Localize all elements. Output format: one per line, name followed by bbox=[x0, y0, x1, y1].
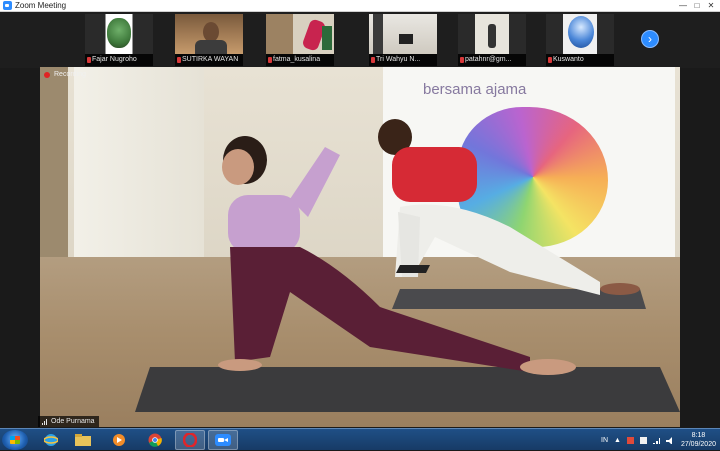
recording-indicator: Recording bbox=[44, 71, 86, 78]
mic-muted-icon bbox=[548, 57, 552, 63]
participant-tile[interactable]: Tri Wahyu N... bbox=[369, 14, 437, 66]
window-title: Zoom Meeting bbox=[15, 1, 67, 10]
speaker-name: Ode Purnama bbox=[51, 418, 95, 425]
windows-taskbar: IN ▲ 8:18 27/09/2020 bbox=[0, 428, 720, 450]
action-center-icon[interactable] bbox=[639, 436, 647, 444]
close-button[interactable]: ✕ bbox=[704, 0, 718, 12]
system-tray: IN ▲ 8:18 27/09/2020 bbox=[601, 429, 716, 451]
system-clock[interactable]: 8:18 27/09/2020 bbox=[681, 431, 716, 449]
show-hidden-icons-icon[interactable]: ▲ bbox=[614, 437, 621, 444]
participant-gallery: Fajar Nugroho SUTIRKA WAYAN fatma_kusali… bbox=[0, 12, 720, 68]
video-scene bbox=[135, 119, 680, 412]
mic-muted-icon bbox=[268, 57, 272, 63]
participant-name: SUTIRKA WAYAN bbox=[182, 56, 239, 63]
participant-tile[interactable]: fatma_kusalina bbox=[266, 14, 334, 66]
participant-video bbox=[458, 14, 526, 54]
mic-muted-icon bbox=[87, 57, 91, 63]
taskbar-app-chrome[interactable] bbox=[140, 430, 170, 450]
participant-video bbox=[175, 14, 243, 54]
participant-tile[interactable]: Kuswanto bbox=[546, 14, 614, 66]
network-icon[interactable] bbox=[652, 437, 660, 444]
chrome-icon bbox=[148, 433, 162, 447]
participant-name: Fajar Nugroho bbox=[92, 56, 137, 63]
volume-icon[interactable] bbox=[665, 436, 673, 444]
clock-time: 8:18 bbox=[691, 432, 706, 439]
next-page-button[interactable]: › bbox=[641, 30, 659, 48]
recording-label: Recording bbox=[54, 71, 86, 78]
signal-strength-icon bbox=[42, 418, 48, 425]
taskbar-app-zoom[interactable] bbox=[208, 430, 238, 450]
notification-icon[interactable] bbox=[626, 436, 634, 444]
taskbar-app-opera[interactable] bbox=[175, 430, 205, 450]
zoom-icon bbox=[215, 434, 231, 446]
taskbar-app-ie[interactable] bbox=[36, 430, 66, 450]
participant-video bbox=[266, 14, 334, 54]
file-explorer-icon bbox=[75, 434, 91, 446]
mic-muted-icon bbox=[177, 57, 181, 63]
participant-name: Tri Wahyu N... bbox=[376, 56, 421, 63]
opera-icon bbox=[183, 433, 197, 447]
mic-muted-icon bbox=[371, 57, 375, 63]
participant-tile[interactable]: patahnr@gm... bbox=[458, 14, 526, 66]
participant-name: fatma_kusalina bbox=[273, 56, 321, 63]
active-speaker-video: bersama ajama Recording bbox=[40, 67, 680, 427]
maximize-button[interactable]: □ bbox=[690, 0, 704, 12]
start-button[interactable] bbox=[2, 430, 28, 450]
media-player-icon bbox=[113, 434, 125, 446]
taskbar-app-media-player[interactable] bbox=[104, 430, 134, 450]
participant-name: patahnr@gm... bbox=[465, 56, 512, 63]
speaker-name-tag: Ode Purnama bbox=[38, 416, 99, 427]
minimize-button[interactable]: — bbox=[676, 0, 690, 12]
participant-tile[interactable]: Fajar Nugroho bbox=[85, 14, 153, 66]
participant-video bbox=[546, 14, 614, 54]
participant-tile[interactable]: SUTIRKA WAYAN bbox=[175, 14, 243, 66]
taskbar-app-file-explorer[interactable] bbox=[68, 430, 98, 450]
zoom-icon bbox=[3, 1, 12, 10]
ie-icon bbox=[44, 434, 58, 446]
participant-name: Kuswanto bbox=[553, 56, 584, 63]
participant-video bbox=[85, 14, 153, 54]
mic-muted-icon bbox=[460, 57, 464, 63]
language-indicator[interactable]: IN bbox=[601, 437, 608, 444]
title-bar: Zoom Meeting — □ ✕ bbox=[0, 0, 720, 12]
participant-video bbox=[369, 14, 437, 54]
window-controls: — □ ✕ bbox=[676, 0, 718, 12]
clock-date: 27/09/2020 bbox=[680, 441, 716, 448]
recording-dot-icon bbox=[44, 71, 50, 78]
